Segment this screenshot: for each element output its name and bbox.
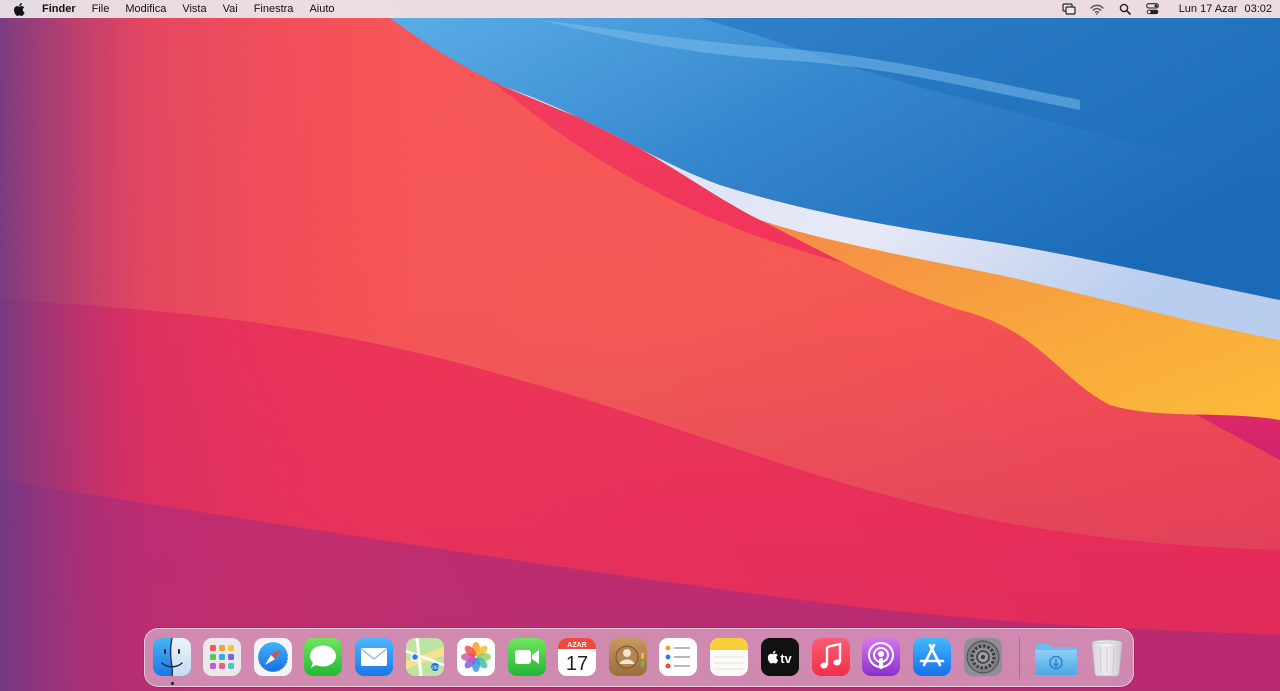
calendar-day: 17: [566, 653, 588, 675]
system-preferences-icon[interactable]: [963, 637, 1003, 677]
launchpad-icon[interactable]: [202, 637, 242, 677]
messages-icon[interactable]: [303, 637, 343, 677]
apple-tv-icon[interactable]: tv: [760, 637, 800, 677]
menu-modifica[interactable]: Modifica: [125, 0, 166, 18]
apple-tv-label: tv: [780, 651, 792, 666]
downloads-folder-icon[interactable]: [1033, 637, 1079, 677]
music-icon[interactable]: [811, 637, 851, 677]
finder-icon[interactable]: [152, 637, 192, 677]
apple-menu-icon[interactable]: [12, 2, 26, 16]
menu-file[interactable]: File: [92, 0, 110, 18]
menu-bar-status-area: Lun 17 Azar 03:02: [1055, 2, 1272, 16]
safari-icon[interactable]: [253, 637, 293, 677]
screen-mirroring-icon[interactable]: [1061, 2, 1077, 16]
maps-icon[interactable]: 280: [405, 637, 445, 677]
notes-icon[interactable]: [709, 637, 749, 677]
podcasts-icon[interactable]: [861, 637, 901, 677]
contacts-icon[interactable]: [608, 637, 648, 677]
app-store-icon[interactable]: [912, 637, 952, 677]
dock-separator: [1019, 637, 1020, 679]
menu-bar-clock[interactable]: Lun 17 Azar 03:02: [1175, 3, 1272, 15]
menu-vai[interactable]: Vai: [223, 0, 238, 18]
desktop[interactable]: Finder File Modifica Vista Vai Finestra …: [0, 0, 1280, 691]
control-center-icon[interactable]: [1145, 2, 1161, 16]
menu-aiuto[interactable]: Aiuto: [309, 0, 334, 18]
menu-app-name[interactable]: Finder: [42, 0, 76, 18]
calendar-month: AZAR: [567, 642, 586, 649]
finder-running-indicator: [171, 682, 174, 685]
facetime-icon[interactable]: [507, 637, 547, 677]
clock-date: Lun 17 Azar: [1178, 3, 1238, 15]
photos-icon[interactable]: [456, 637, 496, 677]
mail-icon[interactable]: [354, 637, 394, 677]
menu-vista[interactable]: Vista: [182, 0, 206, 18]
desktop-wallpaper: [0, 0, 1280, 691]
reminders-icon[interactable]: [658, 637, 698, 677]
menu-bar: Finder File Modifica Vista Vai Finestra …: [0, 0, 1280, 18]
clock-time: 03:02: [1244, 3, 1272, 15]
trash-icon[interactable]: [1087, 637, 1127, 677]
calendar-icon[interactable]: AZAR 17: [557, 637, 597, 677]
spotlight-search-icon[interactable]: [1117, 2, 1133, 16]
dock: 280 AZAR 17 tv: [144, 628, 1134, 687]
wifi-icon[interactable]: [1089, 2, 1105, 16]
svg-text:280: 280: [431, 665, 439, 670]
menu-finestra[interactable]: Finestra: [254, 0, 294, 18]
